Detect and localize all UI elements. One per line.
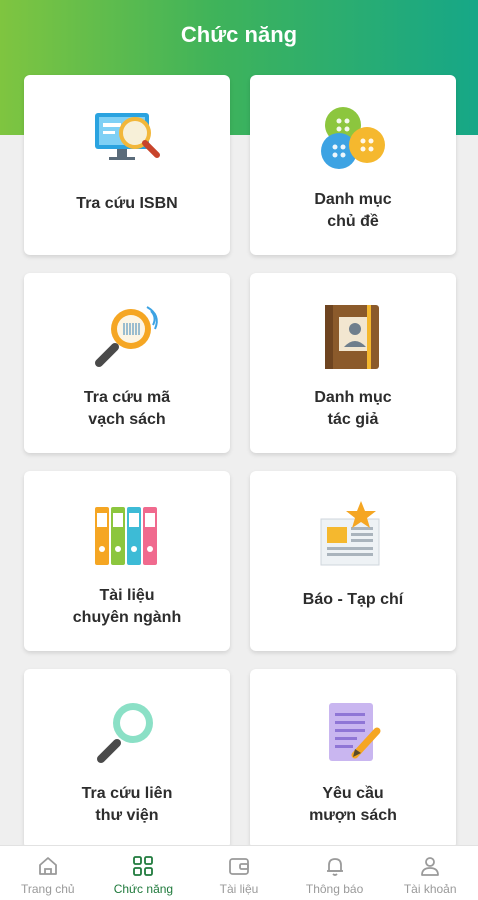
nav-label: Thông báo xyxy=(305,882,364,896)
card-label: Báo - Tạp chí xyxy=(302,591,404,608)
card-isbn-search[interactable]: Tra cứu ISBN xyxy=(24,75,230,255)
card-newspapers[interactable]: Báo - Tạp chí xyxy=(250,471,456,651)
nav-item-account[interactable]: Tài khoản xyxy=(382,846,478,900)
contact-book-icon xyxy=(325,305,379,369)
function-grid: Tra cứu ISBN Danh mục chủ đề Tra cứu mã … xyxy=(24,75,456,849)
nav-label: Chức năng xyxy=(113,882,174,896)
card-barcode-search[interactable]: Tra cứu mã vạch sách xyxy=(24,273,230,453)
barcode-magnifier-icon xyxy=(95,306,158,367)
card-interlibrary-search[interactable]: Tra cứu liên thư viện xyxy=(24,669,230,849)
bottom-navigation: Trang chủ Chức năng Tài liệu Thông báo T… xyxy=(0,845,478,900)
card-borrow-request[interactable]: Yêu cầu mượn sách xyxy=(250,669,456,849)
home-icon xyxy=(38,857,57,875)
card-label: Danh mục chủ đề xyxy=(314,191,392,230)
grid-icon xyxy=(133,856,154,876)
card-label: Tra cứu liên thư viện xyxy=(81,785,173,824)
nav-item-home[interactable]: Trang chủ xyxy=(0,846,96,900)
page-title: Chức năng xyxy=(180,22,298,47)
nav-label: Trang chủ xyxy=(21,882,75,896)
card-topic-catalog[interactable]: Danh mục chủ đề xyxy=(250,75,456,255)
nav-label: Tài khoản xyxy=(403,882,457,896)
card-label: Tài liệu chuyên ngành xyxy=(72,587,182,626)
nav-item-notifications[interactable]: Thông báo xyxy=(287,846,383,900)
card-specialized-docs[interactable]: Tài liệu chuyên ngành xyxy=(24,471,230,651)
computer-search-icon xyxy=(95,113,160,160)
card-label: Tra cứu ISBN xyxy=(76,195,178,212)
binders-icon xyxy=(95,507,157,565)
card-label: Tra cứu mã vạch sách xyxy=(83,389,171,428)
card-author-catalog[interactable]: Danh mục tác giả xyxy=(250,273,456,453)
bell-icon xyxy=(326,858,343,876)
nav-item-functions[interactable]: Chức năng xyxy=(96,846,192,900)
nav-item-documents[interactable]: Tài liệu xyxy=(191,846,287,900)
magnifier-icon xyxy=(97,703,153,763)
nav-label: Tài liệu xyxy=(219,882,259,896)
user-icon xyxy=(421,857,440,876)
wallet-icon xyxy=(229,858,249,875)
card-label: Danh mục tác giả xyxy=(314,389,392,428)
buttons-icon xyxy=(321,107,385,169)
newspaper-icon xyxy=(320,501,380,566)
card-label: Yêu cầu mượn sách xyxy=(309,785,397,824)
document-pen-icon xyxy=(329,703,381,761)
